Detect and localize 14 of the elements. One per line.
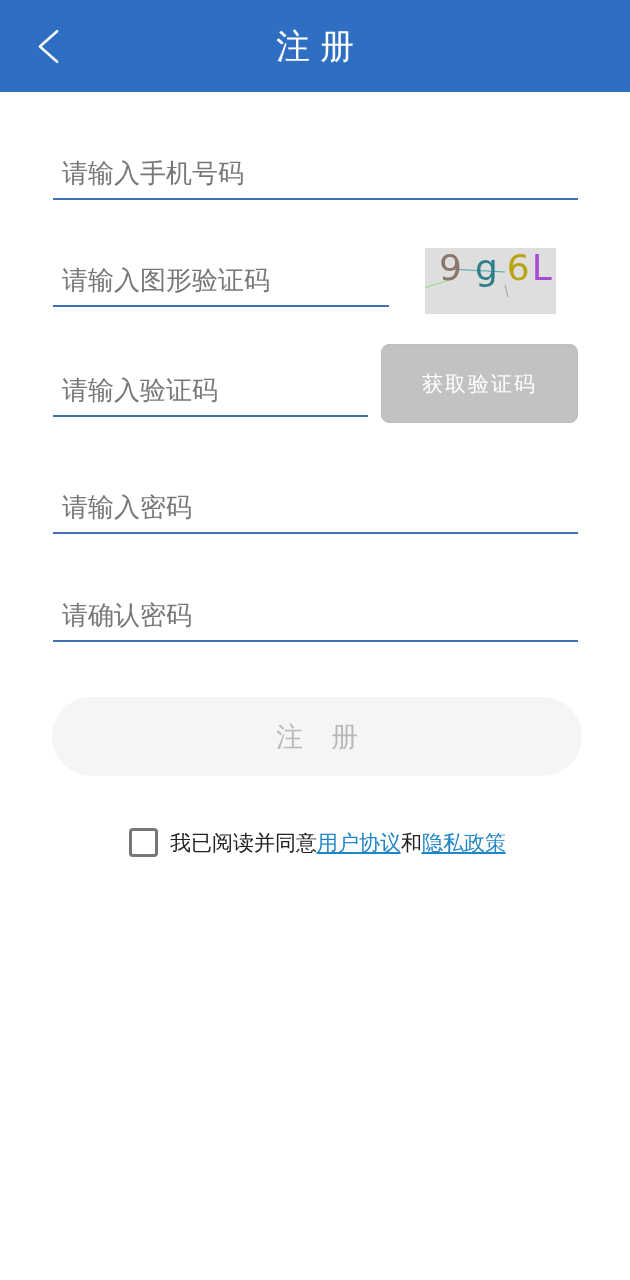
phone-input-field[interactable]: 请输入手机号码 xyxy=(53,148,578,200)
agreement-checkbox[interactable] xyxy=(128,828,158,857)
agreement-text: 我已阅读并同意用户协议和隐私政策 xyxy=(169,829,506,857)
sms-code-input-field[interactable]: 请输入验证码 xyxy=(53,365,368,417)
password-input-field[interactable]: 请确认密码 xyxy=(53,590,578,642)
privacy-policy-link[interactable]: 隐私政策 xyxy=(421,830,506,855)
back-icon[interactable] xyxy=(38,30,59,63)
captcha-character: L xyxy=(531,248,552,288)
user-agreement-link[interactable]: 用户协议 xyxy=(316,830,401,855)
page-title: 注 册 xyxy=(275,26,355,66)
captcha-character: 6 xyxy=(506,248,530,288)
captcha-character: 9 xyxy=(439,248,462,288)
password-input-field[interactable]: 请输入密码 xyxy=(53,482,578,534)
captcha-input-field[interactable]: 请输入图形验证码 xyxy=(53,255,389,307)
